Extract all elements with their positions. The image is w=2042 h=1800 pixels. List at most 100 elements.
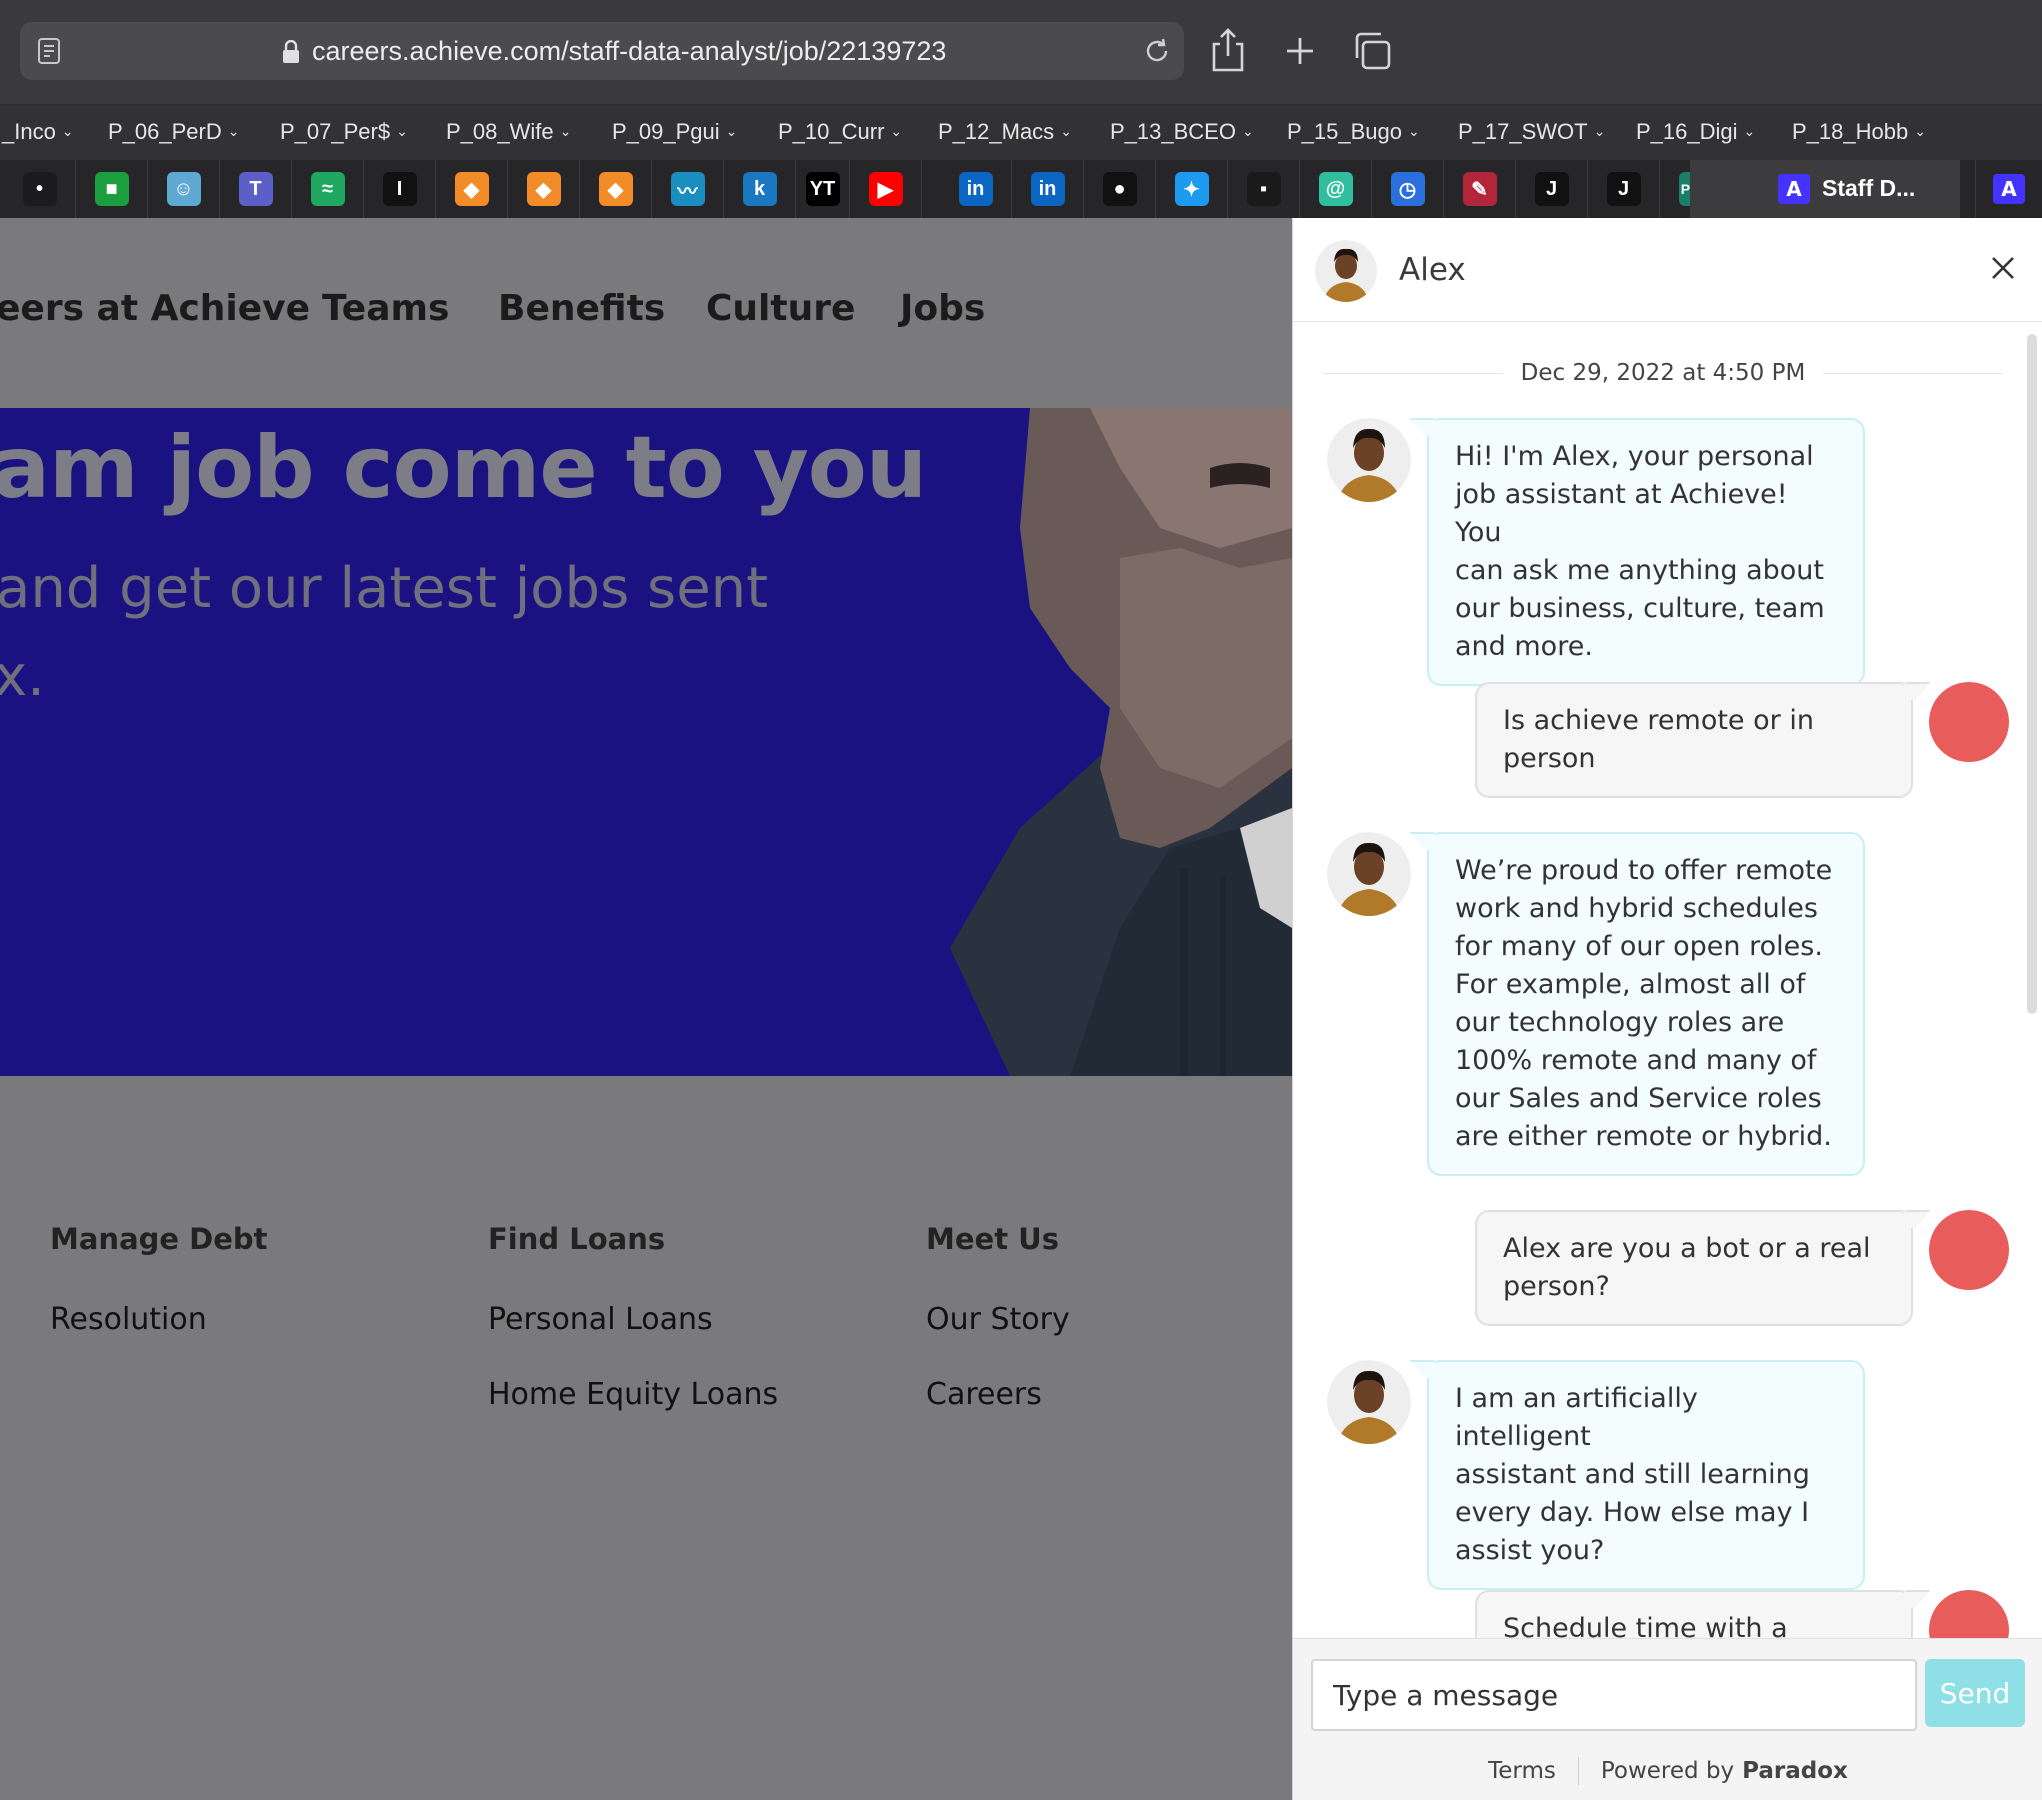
send-button[interactable]: Send — [1925, 1659, 2025, 1727]
hero-banner: am job come to you and get our latest jo… — [0, 408, 1292, 1076]
linkedin-icon: in — [958, 172, 993, 206]
i-letter-icon: I — [382, 172, 417, 206]
new-tab-icon[interactable] — [1280, 28, 1320, 72]
pinned-tab[interactable]: YT — [796, 160, 850, 218]
url-text[interactable]: careers.achieve.com/staff-data-analyst/j… — [312, 36, 946, 67]
message-input[interactable] — [1311, 1659, 1917, 1731]
tab-staff-data-analyst[interactable]: A Staff D... — [1690, 160, 1960, 218]
pinned-tab[interactable]: ◆ — [436, 160, 508, 218]
reader-view-icon[interactable] — [38, 38, 60, 64]
footer-column-manage-debt: Manage Debt Resolution — [50, 1222, 450, 1337]
reload-icon[interactable] — [1142, 36, 1172, 66]
clock-icon: ◷ — [1390, 172, 1425, 206]
pinned-tab[interactable]: • — [4, 160, 76, 218]
pinned-tab[interactable]: ◆ — [508, 160, 580, 218]
tab-label: Staff D... — [1822, 175, 1916, 201]
chevron-down-icon: ⌄ — [1743, 123, 1756, 139]
site-nav: eers at Achieve Teams Benefits Culture J… — [0, 218, 1292, 408]
footer-link-our-story[interactable]: Our Story — [926, 1302, 1292, 1337]
dots-app-icon: • — [22, 172, 57, 206]
chevron-down-icon: ⌄ — [559, 123, 572, 139]
chevron-down-icon: ⌄ — [227, 123, 240, 139]
pinned-tab[interactable]: ☺ — [148, 160, 220, 218]
pinned-tab[interactable]: ≈ — [292, 160, 364, 218]
signature-icon: ✎ — [1462, 172, 1497, 206]
hero-person-photo — [950, 408, 1292, 1076]
pinned-tab[interactable]: ✦ — [1156, 160, 1228, 218]
pinned-tab[interactable]: ◷ — [1372, 160, 1444, 218]
bookmark-folder[interactable]: P_17_SWOT ⌄ — [1458, 119, 1605, 145]
chat-widget: Alex Dec 29, 2022 at 4:50 PM Hi! I'm Ale… — [1292, 218, 2042, 1800]
scrollbar[interactable] — [2027, 334, 2037, 1014]
agent-avatar — [1315, 240, 1377, 302]
bookmark-folder[interactable]: P_09_Pgui ⌄ — [612, 119, 737, 145]
footer-link-careers[interactable]: Careers — [926, 1377, 1292, 1412]
footer-link-personal-loans[interactable]: Personal Loans — [488, 1302, 888, 1337]
hero-title: am job come to you — [0, 418, 927, 518]
pinned-tab[interactable]: I — [364, 160, 436, 218]
user-avatar — [1929, 1590, 2009, 1638]
nav-careers-at-achieve[interactable]: eers at Achieve — [0, 288, 310, 329]
footer-heading: Find Loans — [488, 1222, 666, 1256]
pinned-tab[interactable]: ■ — [76, 160, 148, 218]
terms-link[interactable]: Terms — [1488, 1758, 1556, 1784]
bookmark-folder[interactable]: P_10_Curr ⌄ — [778, 119, 902, 145]
chevron-down-icon: ⌄ — [1914, 123, 1926, 139]
pinned-tab[interactable]: 〰 — [652, 160, 724, 218]
bookmark-folder[interactable]: P_06_PerD ⌄ — [108, 119, 239, 145]
nav-benefits[interactable]: Benefits — [498, 288, 665, 329]
bookmark-folder[interactable]: P_13_BCEO ⌄ — [1110, 119, 1254, 145]
pinned-tab[interactable]: J — [1588, 160, 1660, 218]
chat-composer: Send Terms Powered by Paradox — [1293, 1638, 2042, 1800]
pinned-tab[interactable]: ◆ — [580, 160, 652, 218]
orange-box-icon: ◆ — [526, 172, 561, 206]
footer-column-find-loans: Find Loans Personal Loans Home Equity Lo… — [488, 1222, 888, 1412]
date-separator: Dec 29, 2022 at 4:50 PM — [1323, 358, 2003, 388]
chevron-down-icon: ⌄ — [396, 123, 408, 139]
bot-message: Hi! I'm Alex, your personal job assistan… — [1427, 418, 1865, 686]
agent-avatar — [1327, 418, 1411, 502]
pinned-tab[interactable]: in — [940, 160, 1012, 218]
message-date: Dec 29, 2022 at 4:50 PM — [1520, 360, 1806, 386]
pinned-tab[interactable]: J — [1516, 160, 1588, 218]
powered-by-label: Powered by — [1600, 1758, 1735, 1784]
achieve-tab-icon: A — [1778, 174, 1810, 204]
bookmark-folder[interactable]: P_08_Wife ⌄ — [446, 119, 571, 145]
pinned-tab[interactable]: ▪ — [1228, 160, 1300, 218]
nav-culture[interactable]: Culture — [706, 288, 855, 329]
pinned-tab[interactable]: @ — [1300, 160, 1372, 218]
browser-toolbar: careers.achieve.com/staff-data-analyst/j… — [0, 0, 2042, 104]
address-bar[interactable]: careers.achieve.com/staff-data-analyst/j… — [20, 22, 1184, 80]
pinned-tab[interactable]: T — [220, 160, 292, 218]
bookmark-folder[interactable]: P_18_Hobb ⌄ — [1792, 119, 1926, 145]
chevron-down-icon: ⌄ — [890, 123, 903, 139]
user-message: Is achieve remote or in person — [1475, 682, 1913, 798]
share-icon[interactable] — [1208, 28, 1248, 72]
footer-link-home-equity-loans[interactable]: Home Equity Loans — [488, 1377, 888, 1412]
nav-jobs[interactable]: Jobs — [900, 288, 985, 329]
twitter-icon: ✦ — [1174, 172, 1209, 206]
bookmarks-bar: _Inco ⌄ P_06_PerD ⌄ P_07_Per$ ⌄ P_08_Wife ⌄ … — [0, 104, 2042, 160]
nav-teams[interactable]: Teams — [322, 288, 449, 329]
pinned-tab[interactable]: ▶ — [850, 160, 922, 218]
pinned-tab[interactable]: A — [1975, 160, 2042, 218]
close-icon[interactable] — [1985, 250, 2021, 286]
bookmark-folder[interactable]: P_12_Macs ⌄ — [938, 119, 1072, 145]
bookmark-folder[interactable]: P_16_Digi ⌄ — [1636, 119, 1755, 145]
agent-name: Alex — [1399, 252, 1466, 288]
bookmark-folder[interactable]: _Inco ⌄ — [2, 119, 74, 145]
bot-message: We’re proud to offer remote work and hyb… — [1427, 832, 1865, 1176]
user-avatar — [1929, 1210, 2009, 1290]
spiral-icon: @ — [1318, 172, 1353, 206]
pinned-tab[interactable]: in — [1012, 160, 1084, 218]
tab-overview-icon[interactable] — [1352, 28, 1392, 72]
agent-avatar — [1327, 1360, 1411, 1444]
bookmark-folder[interactable]: P_15_Bugo ⌄ — [1287, 119, 1420, 145]
pinned-tab[interactable]: ✎ — [1444, 160, 1516, 218]
pinned-tab[interactable]: ● — [1084, 160, 1156, 218]
ycombinator-icon: YT — [805, 172, 840, 206]
footer-link-resolution[interactable]: Resolution — [50, 1302, 450, 1337]
pinned-tab[interactable]: k — [724, 160, 796, 218]
bookmark-folder[interactable]: P_07_Per$ ⌄ — [280, 119, 408, 145]
chat-messages[interactable]: Dec 29, 2022 at 4:50 PM Hi! I'm Alex, yo… — [1293, 322, 2042, 1638]
